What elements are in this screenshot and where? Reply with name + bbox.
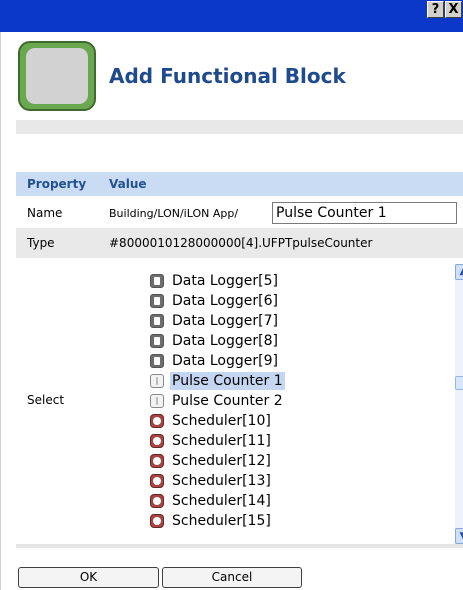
list-item-label: Scheduler[11]	[172, 433, 271, 449]
listbox-scrollbar[interactable]: ▲ ▼	[455, 264, 463, 544]
property-column-header: Property	[27, 177, 87, 191]
scroll-thumb[interactable]	[455, 376, 463, 390]
functional-block-listbox[interactable]: Data Logger[5] Data Logger[6] Data Logger[…	[150, 262, 462, 544]
name-label: Name	[27, 206, 63, 220]
data-logger-icon	[150, 354, 164, 368]
divider	[16, 120, 463, 134]
type-value: #8000010128000000[4].UFPTpulseCounter	[109, 236, 373, 250]
name-row: Name Building/LON/iLON App/	[16, 196, 463, 228]
data-logger-icon	[150, 294, 164, 308]
scheduler-icon	[150, 414, 164, 428]
select-row: Select Data Logger[5] Data Logger[6] Data …	[16, 258, 463, 548]
list-item-label: Scheduler[10]	[172, 413, 271, 429]
help-button[interactable]: ?	[427, 1, 444, 18]
title-bar: ? X	[0, 0, 463, 32]
list-item-label: Data Logger[5]	[172, 273, 278, 289]
scheduler-icon	[150, 494, 164, 508]
list-item-label: Scheduler[12]	[172, 453, 271, 469]
list-item-label: Scheduler[15]	[172, 513, 271, 529]
scroll-up-icon[interactable]: ▲	[455, 264, 463, 280]
type-row: Type #8000010128000000[4].UFPTpulseCount…	[16, 228, 463, 258]
add-functional-block-dialog: Add Functional Block Property Value Name…	[0, 32, 463, 590]
list-item-label: Data Logger[7]	[172, 313, 278, 329]
cancel-button[interactable]: Cancel	[162, 567, 302, 588]
scroll-down-icon[interactable]: ▼	[455, 528, 463, 544]
footer-divider	[16, 544, 463, 548]
name-input[interactable]	[272, 202, 457, 224]
ok-button[interactable]: OK	[18, 567, 159, 588]
list-item-label: Pulse Counter 1	[170, 372, 285, 390]
list-item-label: Scheduler[13]	[172, 473, 271, 489]
close-button[interactable]: X	[445, 1, 462, 18]
pulse-counter-icon	[150, 374, 164, 388]
list-item-label: Scheduler[14]	[172, 493, 271, 509]
data-logger-icon	[150, 334, 164, 348]
functional-block-icon	[18, 41, 96, 111]
pulse-counter-icon	[150, 394, 164, 408]
scheduler-icon	[150, 454, 164, 468]
scheduler-icon	[150, 514, 164, 528]
data-logger-icon	[150, 274, 164, 288]
list-item-label: Data Logger[6]	[172, 293, 278, 309]
table-header: Property Value	[16, 172, 463, 196]
type-label: Type	[27, 236, 55, 250]
select-label: Select	[27, 393, 65, 407]
scheduler-icon	[150, 434, 164, 448]
list-item-label: Data Logger[8]	[172, 333, 278, 349]
data-logger-icon	[150, 314, 164, 328]
name-path: Building/LON/iLON App/	[109, 207, 239, 220]
dialog-title: Add Functional Block	[109, 64, 346, 88]
list-item-label: Pulse Counter 2	[172, 393, 283, 409]
dialog-footer: OK Cancel	[1, 544, 463, 590]
scheduler-icon	[150, 474, 164, 488]
value-column-header: Value	[109, 177, 147, 191]
list-item-label: Data Logger[9]	[172, 353, 278, 369]
